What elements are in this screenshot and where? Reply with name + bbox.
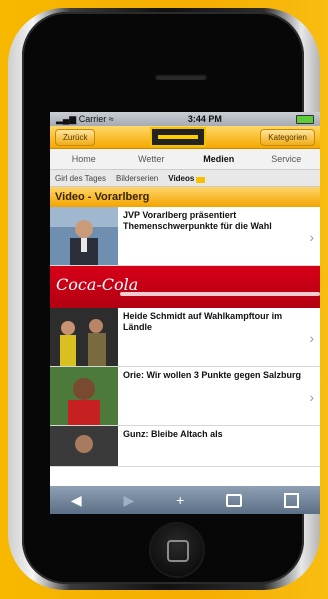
carrier-label: Carrier: [78, 113, 107, 124]
video-thumbnail: [50, 207, 118, 265]
chevron-right-icon: ›: [309, 229, 314, 245]
list-item[interactable]: JVP Vorarlberg präsentiert Themenschwerp…: [50, 207, 320, 266]
forward-arrow-icon[interactable]: ▶: [124, 492, 135, 509]
tab-service[interactable]: Service: [253, 154, 321, 164]
coca-cola-banner[interactable]: Coca-Cola: [50, 266, 320, 308]
bookmarks-icon[interactable]: [226, 493, 243, 507]
list-item[interactable]: Heide Schmidt auf Wahlkampftour im Ländl…: [50, 308, 320, 367]
categories-button[interactable]: Kategorien: [260, 128, 315, 146]
sub-tabs: Girl des Tages Bilderserien Videos: [50, 170, 320, 187]
clock: 3:44 PM: [187, 114, 222, 124]
subtab-videos[interactable]: Videos: [163, 174, 210, 183]
new-badge: [196, 176, 206, 183]
nav-bar: Zurück Kategorien: [50, 126, 320, 149]
video-thumbnail: [50, 367, 118, 425]
item-title: JVP Vorarlberg präsentiert Themenschwerp…: [123, 210, 272, 231]
chevron-right-icon: ›: [309, 330, 314, 346]
site-logo[interactable]: [149, 127, 206, 147]
signal-icon: ▂▄▆: [56, 113, 77, 124]
speaker-slot: [155, 74, 207, 80]
list-item[interactable]: Orie: Wir wollen 3 Punkte gegen Salzburg…: [50, 367, 320, 426]
battery-icon: [296, 114, 314, 124]
status-bar: ▂▄▆ Carrier ≈ 3:44 PM: [50, 112, 320, 126]
wifi-icon: ≈: [108, 113, 114, 124]
subtab-girl[interactable]: Girl des Tages: [50, 174, 111, 183]
back-button[interactable]: Zurück: [55, 128, 96, 146]
item-title: Gunz: Bleibe Altach als: [123, 429, 223, 439]
browser-toolbar: ◀ ▶ +: [50, 486, 320, 514]
item-title: Orie: Wir wollen 3 Punkte gegen Salzburg: [123, 370, 301, 380]
section-header: Video - Vorarlberg: [50, 187, 320, 207]
video-thumbnail: [50, 426, 118, 466]
subtab-videos-label: Videos: [168, 173, 195, 183]
chevron-right-icon: ›: [309, 389, 314, 405]
subtab-bilderserien[interactable]: Bilderserien: [111, 174, 163, 183]
pages-icon[interactable]: [284, 492, 300, 508]
phone-screen: ▂▄▆ Carrier ≈ 3:44 PM Zurück Kategorien …: [50, 112, 320, 514]
back-arrow-icon[interactable]: ◀: [71, 492, 82, 509]
home-square-icon: [167, 540, 189, 562]
item-title: Heide Schmidt auf Wahlkampftour im Ländl…: [123, 311, 283, 332]
main-tabs: Home Wetter Medien Service: [50, 149, 320, 170]
tab-medien[interactable]: Medien: [185, 154, 253, 164]
ad-wave: [120, 292, 320, 296]
add-bookmark-icon[interactable]: +: [176, 492, 184, 508]
list-item[interactable]: Gunz: Bleibe Altach als: [50, 426, 320, 467]
video-thumbnail: [50, 308, 118, 366]
tab-wetter[interactable]: Wetter: [118, 154, 186, 164]
tab-home[interactable]: Home: [50, 154, 118, 164]
